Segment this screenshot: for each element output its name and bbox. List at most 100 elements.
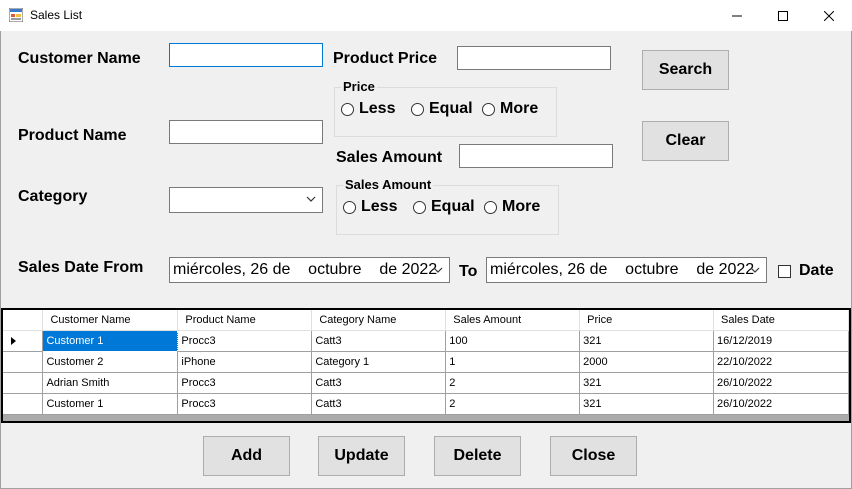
table-cell[interactable]: Procc3	[177, 372, 313, 394]
chevron-down-icon	[306, 196, 316, 202]
date-checkbox[interactable]: Date	[778, 262, 834, 280]
column-header[interactable]: Customer Name	[42, 310, 179, 331]
table-row[interactable]: Adrian Smith Procc3 Catt3 2 321 26/10/20…	[3, 372, 849, 394]
table-cell[interactable]: 22/10/2022	[713, 351, 849, 373]
table-cell[interactable]: iPhone	[177, 351, 313, 373]
radio-icon	[484, 200, 497, 214]
table-cell[interactable]: 1	[445, 351, 581, 373]
title-bar: Sales List	[0, 0, 852, 31]
table-row[interactable]: Customer 1 Procc3 Catt3 2 321 26/10/2022	[3, 393, 849, 415]
add-button[interactable]: Add	[203, 436, 290, 476]
amount-less-label: Less	[361, 198, 398, 215]
app-icon	[9, 8, 23, 22]
search-button[interactable]: Search	[642, 50, 729, 90]
close-icon	[824, 10, 834, 21]
price-more-label: More	[500, 100, 539, 117]
table-cell[interactable]: 321	[579, 330, 715, 352]
maximize-button[interactable]	[760, 0, 806, 31]
table-cell[interactable]: Procc3	[177, 330, 313, 352]
category-select[interactable]	[169, 187, 323, 213]
column-header[interactable]: Category Name	[311, 310, 447, 331]
date-to-value: miércoles, 26 de octubre de 2022	[490, 261, 755, 278]
price-equal-radio[interactable]: Equal	[411, 100, 473, 118]
row-header-corner	[3, 310, 44, 331]
product-name-label: Product Name	[18, 127, 127, 144]
column-header[interactable]: Price	[579, 310, 715, 331]
table-cell[interactable]: Customer 1	[42, 393, 179, 415]
table-row[interactable]: Customer 1 Procc3 Catt3 100 321 16/12/20…	[3, 329, 849, 352]
sales-table: Customer Name Product Name Category Name…	[3, 310, 849, 415]
table-cell[interactable]: Catt3	[311, 393, 447, 415]
clear-button[interactable]: Clear	[642, 121, 729, 161]
sales-grid[interactable]: Customer Name Product Name Category Name…	[1, 308, 851, 423]
price-equal-label: Equal	[429, 100, 473, 117]
table-cell[interactable]: Catt3	[311, 372, 447, 394]
window-title: Sales List	[30, 8, 83, 22]
maximize-icon	[778, 10, 788, 21]
sales-amount-input[interactable]	[459, 144, 613, 168]
amount-equal-radio[interactable]: Equal	[413, 198, 475, 216]
sales-amount-label: Sales Amount	[336, 149, 443, 166]
table-cell[interactable]: 321	[579, 393, 715, 415]
date-from-value: miércoles, 26 de octubre de 2022	[173, 261, 438, 278]
date-checkbox-label: Date	[799, 262, 834, 279]
table-cell[interactable]: 2	[445, 372, 581, 394]
row-header[interactable]	[3, 372, 44, 394]
radio-icon	[413, 200, 426, 214]
row-header[interactable]	[3, 393, 44, 415]
table-cell[interactable]: 26/10/2022	[713, 372, 849, 394]
chevron-down-icon	[750, 267, 760, 273]
table-row[interactable]: Customer 2 iPhone Category 1 1 2000 22/1…	[3, 351, 849, 373]
close-button[interactable]: Close	[550, 436, 637, 476]
close-window-button[interactable]	[806, 0, 852, 31]
radio-icon	[482, 102, 495, 116]
amount-less-radio[interactable]: Less	[343, 198, 397, 216]
customer-name-label: Customer Name	[18, 50, 141, 67]
chevron-down-icon	[433, 267, 443, 273]
price-less-radio[interactable]: Less	[341, 100, 395, 118]
date-from-picker[interactable]: miércoles, 26 de octubre de 2022	[169, 257, 450, 283]
table-cell[interactable]: Category 1	[311, 351, 447, 373]
sales-date-from-label: Sales Date From	[18, 259, 144, 276]
minimize-button[interactable]	[714, 0, 760, 31]
row-header[interactable]	[3, 351, 44, 373]
amount-more-label: More	[502, 198, 541, 215]
table-cell[interactable]: 2000	[579, 351, 715, 373]
table-cell[interactable]: 100	[445, 330, 581, 352]
price-more-radio[interactable]: More	[482, 100, 538, 118]
to-label: To	[459, 263, 478, 280]
radio-icon	[343, 200, 356, 214]
date-to-picker[interactable]: miércoles, 26 de octubre de 2022	[486, 257, 767, 283]
sales-amount-group-title: Sales Amount	[343, 177, 434, 192]
category-label: Category	[18, 188, 88, 205]
delete-button[interactable]: Delete	[434, 436, 521, 476]
column-header[interactable]: Sales Date	[713, 310, 849, 331]
header-row: Customer Name Product Name Category Name…	[3, 310, 849, 331]
product-price-input[interactable]	[457, 46, 611, 70]
product-name-input[interactable]	[169, 120, 323, 144]
column-header[interactable]: Product Name	[177, 310, 313, 331]
amount-more-radio[interactable]: More	[484, 198, 540, 216]
table-cell[interactable]: Customer 1	[42, 329, 179, 352]
update-button[interactable]: Update	[318, 436, 405, 476]
price-less-label: Less	[359, 100, 396, 117]
minimize-icon	[732, 15, 742, 16]
table-cell[interactable]: 321	[579, 372, 715, 394]
customer-name-input[interactable]	[169, 43, 323, 67]
product-price-label: Product Price	[333, 50, 438, 67]
table-cell[interactable]: Procc3	[177, 393, 313, 415]
current-row-icon	[11, 336, 16, 345]
sales-amount-group: Sales Amount Less Equal More	[336, 178, 559, 235]
table-cell[interactable]: Customer 2	[42, 351, 179, 373]
table-cell[interactable]: Catt3	[311, 330, 447, 352]
column-header[interactable]: Sales Amount	[445, 310, 581, 331]
radio-icon	[411, 102, 424, 116]
table-cell[interactable]: 26/10/2022	[713, 393, 849, 415]
price-group: Price Less Equal More	[334, 80, 557, 137]
row-header[interactable]	[3, 330, 44, 352]
table-cell[interactable]: Adrian Smith	[42, 372, 179, 394]
price-group-title: Price	[341, 79, 377, 94]
checkbox-icon	[778, 264, 791, 278]
table-cell[interactable]: 2	[445, 393, 581, 415]
table-cell[interactable]: 16/12/2019	[713, 330, 849, 352]
